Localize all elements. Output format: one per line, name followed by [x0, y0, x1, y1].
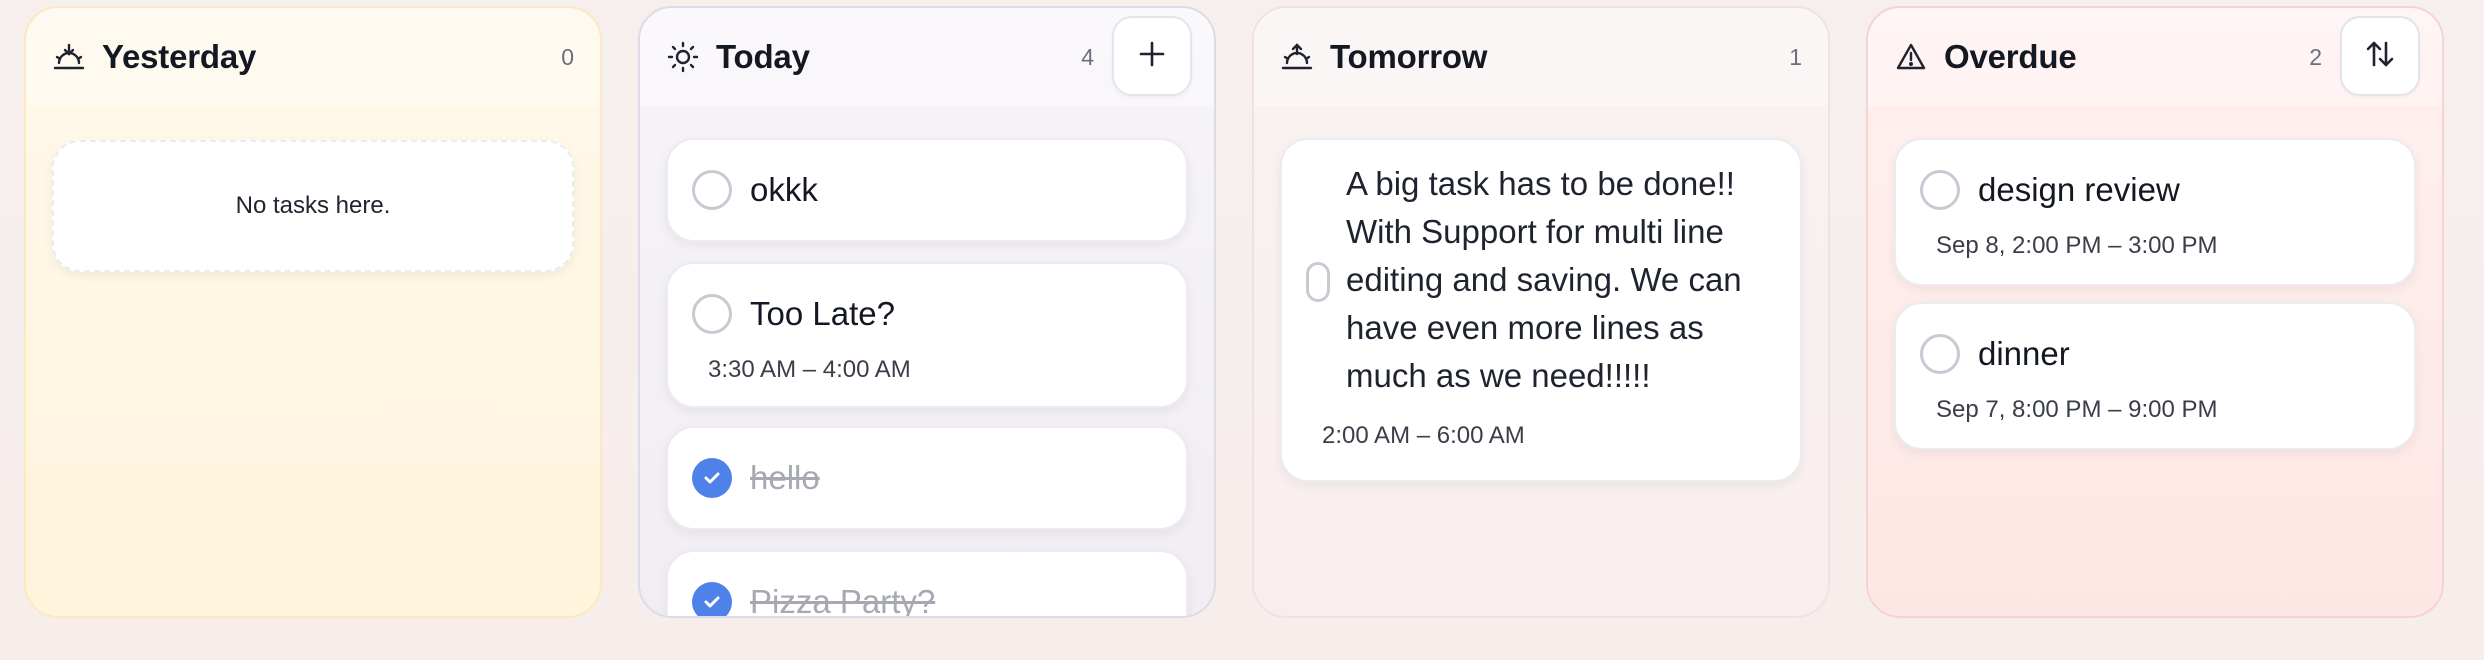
column-title: Overdue	[1944, 38, 2077, 75]
sort-button[interactable]	[2340, 16, 2420, 96]
task-time: Sep 7, 8:00 PM – 9:00 PM	[1936, 396, 2218, 423]
column-yesterday: Yesterday 0 No tasks here.	[24, 6, 602, 618]
task-title-line: A big task has to be done!!	[1346, 165, 1735, 202]
checkmark-icon	[704, 596, 720, 608]
column-title: Tomorrow	[1330, 38, 1488, 75]
task-title-line: much as we need!!!!!	[1346, 357, 1651, 394]
task-card[interactable]: Pizza Party?	[666, 550, 1188, 616]
sort-arrows-icon	[2364, 38, 2396, 75]
empty-state-text: No tasks here.	[235, 192, 391, 219]
task-count-badge: 4	[1081, 44, 1094, 70]
task-checkbox[interactable]	[1920, 170, 1960, 210]
column-overdue: Overdue 2 design review Sep 8, 2:00 PM –…	[1866, 6, 2444, 618]
column-header-today: Today 4	[640, 8, 1214, 106]
task-card[interactable]: dinner Sep 7, 8:00 PM – 9:00 PM	[1894, 302, 2416, 450]
task-checkbox[interactable]	[692, 170, 732, 210]
task-time: 2:00 AM – 6:00 AM	[1322, 422, 1525, 449]
kanban-board: Yesterday 0 No tasks here. Today 4 okkk …	[24, 6, 2444, 618]
task-title[interactable]: hello	[750, 454, 1162, 502]
task-title[interactable]: design review	[1978, 166, 2390, 214]
warning-icon	[1894, 40, 1928, 74]
task-card[interactable]: okkk	[666, 138, 1188, 242]
checkmark-icon	[704, 472, 720, 484]
column-title: Today	[716, 38, 810, 75]
task-title[interactable]: Too Late?	[750, 290, 1162, 338]
column-header-overdue: Overdue 2	[1868, 8, 2442, 106]
task-checkbox[interactable]	[1306, 262, 1330, 302]
plus-icon	[1137, 39, 1167, 74]
column-today: Today 4 okkk Too Late? 3:30 AM – 4:00 AM	[638, 6, 1216, 618]
task-title-multiline[interactable]: A big task has to be done!! With Support…	[1346, 160, 1780, 400]
task-checkbox[interactable]	[1920, 334, 1960, 374]
task-card[interactable]: A big task has to be done!! With Support…	[1280, 138, 1802, 482]
task-card[interactable]: design review Sep 8, 2:00 PM – 3:00 PM	[1894, 138, 2416, 286]
sunrise-icon	[1280, 40, 1314, 74]
task-count-badge: 0	[561, 44, 574, 70]
task-card[interactable]: hello	[666, 426, 1188, 530]
task-checkbox[interactable]	[692, 294, 732, 334]
task-title-line: editing and saving. We can	[1346, 261, 1742, 298]
column-header-yesterday: Yesterday 0	[26, 8, 600, 106]
column-header-tomorrow: Tomorrow 1	[1254, 8, 1828, 106]
empty-state-card: No tasks here.	[52, 140, 574, 272]
task-time: 3:30 AM – 4:00 AM	[708, 356, 911, 383]
task-count-badge: 2	[2309, 44, 2322, 70]
sun-icon	[666, 40, 700, 74]
task-checkbox-checked[interactable]	[692, 458, 732, 498]
task-title-line: With Support for multi line	[1346, 213, 1724, 250]
task-checkbox-checked[interactable]	[692, 582, 732, 616]
task-title[interactable]: dinner	[1978, 330, 2390, 378]
sunset-icon	[52, 40, 86, 74]
task-time: Sep 8, 2:00 PM – 3:00 PM	[1936, 232, 2218, 259]
task-count-badge: 1	[1789, 44, 1802, 70]
task-title[interactable]: Pizza Party?	[750, 578, 1162, 616]
task-card[interactable]: Too Late? 3:30 AM – 4:00 AM	[666, 262, 1188, 408]
task-title-line: have even more lines as	[1346, 309, 1704, 346]
add-task-button[interactable]	[1112, 16, 1192, 96]
task-title[interactable]: okkk	[750, 166, 1162, 214]
column-title: Yesterday	[102, 38, 257, 75]
column-tomorrow: Tomorrow 1 A big task has to be done!! W…	[1252, 6, 1830, 618]
